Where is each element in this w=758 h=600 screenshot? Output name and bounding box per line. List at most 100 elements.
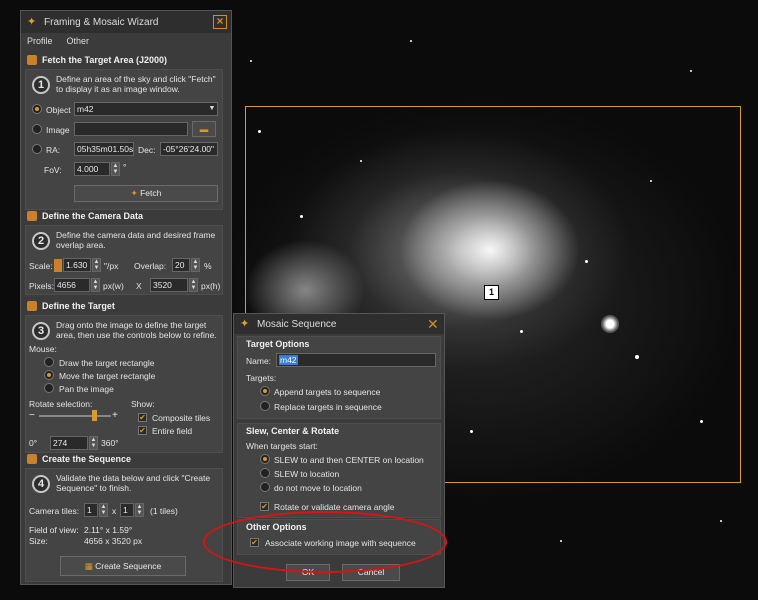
object-radio[interactable] (32, 104, 42, 114)
tiles-y-input[interactable]: 1 (120, 503, 134, 517)
fov-result-label: Field of view: (29, 525, 79, 535)
chevron-down-icon[interactable]: ▼ (207, 102, 217, 116)
rotate-min: 0° (29, 438, 38, 448)
ra-input[interactable]: 05h35m01.50s (74, 142, 134, 156)
camera-description-2: overlap area. (56, 240, 106, 250)
overlap-input[interactable]: 20 (172, 258, 190, 272)
image-radio[interactable] (32, 124, 42, 134)
fov-label: FoV: (44, 165, 62, 175)
object-select[interactable]: m42 (74, 102, 218, 116)
telescope-icon: ✦ (130, 188, 141, 198)
overlap-unit: % (204, 261, 212, 271)
pixels-height-input[interactable]: 3520 (150, 278, 188, 292)
draw-rectangle-radio[interactable] (44, 357, 54, 367)
size-label: Size: (29, 536, 48, 546)
menu-other[interactable]: Other (67, 36, 90, 46)
fov-stepper[interactable]: ▲ ▼ (111, 162, 120, 176)
x-label: X (136, 281, 142, 291)
image-path-input[interactable] (74, 122, 188, 136)
name-selected-text: m42 (279, 355, 298, 365)
slew-center-radio[interactable] (260, 454, 270, 464)
wizard-menubar: Profile Other (21, 33, 231, 49)
tiles-x-input[interactable]: 1 (84, 503, 98, 517)
create-sequence-button[interactable]: ▦ Create Sequence (60, 556, 186, 576)
fetch-button[interactable]: ✦ Fetch (74, 185, 218, 202)
scale-stepper[interactable]: ▲ ▼ (92, 258, 101, 272)
star (560, 540, 562, 542)
name-label: Name: (246, 356, 272, 366)
tiles-x-stepper[interactable]: ▲ ▼ (99, 503, 108, 517)
rotate-slider-track[interactable] (39, 415, 111, 417)
move-rectangle-radio[interactable] (44, 370, 54, 380)
rotate-stepper[interactable]: ▲ ▼ (89, 436, 98, 450)
name-input[interactable]: m42 (276, 353, 436, 367)
camera-tiles-label: Camera tiles: (29, 506, 80, 516)
section-header-camera: Define the Camera Data (23, 209, 229, 223)
mosaic-title: Mosaic Sequence (257, 318, 337, 330)
dec-label: Dec: (138, 145, 156, 155)
entire-field-checkbox[interactable]: ✔ (138, 426, 147, 435)
pixels-height-stepper[interactable]: ▲ ▼ (189, 278, 198, 292)
star (690, 70, 692, 72)
sequence-description: Validate the data below and click "Creat… (56, 473, 211, 483)
tiles-y-stepper[interactable]: ▲ ▼ (135, 503, 144, 517)
overlap-stepper[interactable]: ▲ ▼ (191, 258, 200, 272)
minus-icon[interactable]: − (29, 410, 35, 421)
slew-only-radio[interactable] (260, 468, 270, 478)
append-targets-radio[interactable] (260, 386, 270, 396)
replace-targets-label: Replace targets in sequence (274, 402, 382, 412)
star (250, 60, 252, 62)
rotate-slider-thumb[interactable] (91, 410, 97, 421)
tiles-separator: x (112, 506, 117, 516)
append-targets-label: Append targets to sequence (274, 387, 381, 397)
ra-dec-radio[interactable] (32, 144, 42, 154)
tiles-count: (1 tiles) (150, 506, 178, 516)
rotate-label: Rotate selection: (29, 399, 93, 409)
sequence-description-2: Sequence" to finish. (56, 483, 132, 493)
ra-label: RA: (46, 145, 61, 155)
replace-targets-radio[interactable] (260, 401, 270, 411)
fetch-description: Define an area of the sky and click "Fet… (56, 74, 216, 84)
pixels-width-input[interactable]: 4656 (54, 278, 90, 292)
plus-icon[interactable]: + (112, 410, 118, 421)
telescope-icon: ✦ (240, 318, 250, 330)
composite-tiles-label: Composite tiles (152, 413, 211, 423)
close-icon[interactable]: ✕ (427, 317, 439, 331)
telescope-icon (27, 55, 37, 65)
pixels-width-stepper[interactable]: ▲ ▼ (91, 278, 100, 292)
object-label: Object (46, 105, 71, 115)
mosaic-titlebar: ✦ Mosaic Sequence (234, 314, 444, 334)
frame-number-label: 1 (484, 285, 499, 300)
target-panel: 3 Drag onto the image to define the targ… (25, 315, 223, 453)
pan-image-radio[interactable] (44, 383, 54, 393)
rotate-validate-checkbox[interactable]: ✔ (260, 502, 269, 511)
star (410, 40, 412, 42)
composite-tiles-checkbox[interactable]: ✔ (138, 413, 147, 422)
no-move-radio[interactable] (260, 482, 270, 492)
ruler-icon (54, 259, 62, 272)
target-description: Drag onto the image to define the target (56, 320, 207, 330)
pixels-height-unit: px(h) (201, 281, 221, 291)
close-icon[interactable]: × (213, 15, 227, 29)
camera-panel: 2 Define the camera data and desired fra… (25, 225, 223, 295)
scale-input[interactable]: 1.630 (63, 258, 91, 272)
pixels-width-unit: px(w) (103, 281, 124, 291)
slew-only-label: SLEW to location (274, 469, 340, 479)
target-options-title: Target Options (246, 339, 310, 349)
fetch-description-2: to display it as an image window. (56, 84, 180, 94)
when-targets-label: When targets start: (246, 441, 318, 451)
folder-icon[interactable]: ▬ (192, 121, 216, 137)
mouse-label: Mouse: (29, 344, 57, 354)
fov-input[interactable]: 4.000 (74, 162, 110, 176)
targets-label: Targets: (246, 373, 277, 383)
step-number: 2 (32, 232, 50, 250)
dec-input[interactable]: -05°26'24.00" (160, 142, 218, 156)
rotate-max: 360° (101, 438, 119, 448)
no-move-label: do not move to location (274, 483, 362, 493)
section-header-target: Define the Target (23, 299, 229, 313)
sequence-panel: 4 Validate the data below and click "Cre… (25, 468, 223, 582)
rotate-input[interactable]: 274 (50, 436, 88, 450)
annotation-ellipse (203, 511, 447, 573)
framing-wizard-window: ✦ Framing & Mosaic Wizard × Profile Othe… (20, 10, 232, 585)
menu-profile[interactable]: Profile (27, 36, 53, 46)
